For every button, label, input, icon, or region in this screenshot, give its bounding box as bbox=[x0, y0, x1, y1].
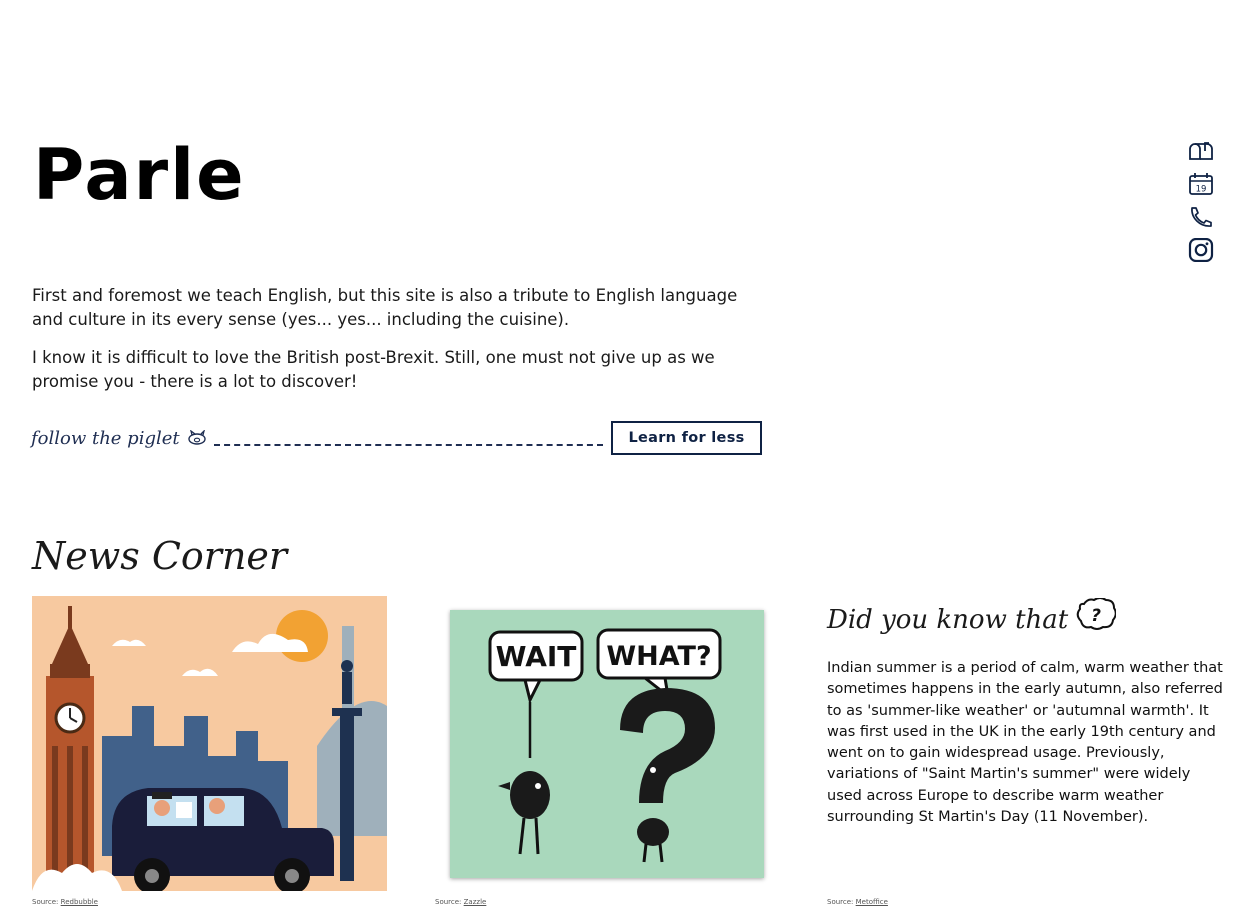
source-caption-1: Source: Redbubble bbox=[32, 898, 98, 906]
did-you-know-title: Did you know that ? bbox=[827, 598, 1117, 635]
source-caption-2: Source: Zazzle bbox=[435, 898, 486, 906]
bubble-what-text: WHAT? bbox=[606, 641, 711, 672]
piglet-icon bbox=[186, 430, 208, 446]
calendar-icon-day: 19 bbox=[1196, 184, 1207, 194]
source-link-redbubble[interactable]: Redbubble bbox=[61, 898, 98, 906]
brand-logo[interactable]: Parle bbox=[33, 140, 246, 210]
learn-for-less-button[interactable]: Learn for less bbox=[611, 421, 762, 455]
follow-piglet-label[interactable]: follow the piglet bbox=[31, 428, 180, 449]
piglet-row: follow the piglet Learn for less bbox=[31, 421, 762, 455]
mailbox-icon[interactable] bbox=[1186, 138, 1216, 163]
calendar-icon[interactable]: 19 bbox=[1186, 171, 1216, 196]
did-you-know-text: Indian summer is a period of calm, warm … bbox=[827, 660, 1223, 826]
wait-what-cartoon[interactable]: WAIT WHAT? bbox=[450, 610, 764, 878]
piglet-dashed-line bbox=[213, 444, 603, 446]
news-corner-title: News Corner bbox=[32, 534, 288, 578]
source-prefix: Source: bbox=[435, 898, 462, 906]
intro-paragraph-1: First and foremost we teach English, but… bbox=[32, 286, 738, 329]
phone-icon[interactable] bbox=[1186, 204, 1216, 229]
svg-text:?: ? bbox=[1091, 606, 1101, 626]
bubble-wait-text: WAIT bbox=[496, 640, 577, 673]
intro-paragraph-2: I know it is difficult to love the Briti… bbox=[32, 348, 715, 391]
source-prefix: Source: bbox=[32, 898, 59, 906]
contact-icons: 19 bbox=[1186, 138, 1216, 262]
question-bubble-icon: ? bbox=[1076, 598, 1117, 632]
source-prefix: Source: bbox=[827, 898, 854, 906]
instagram-icon[interactable] bbox=[1186, 237, 1216, 262]
intro-section: First and foremost we teach English, but… bbox=[32, 284, 772, 408]
london-taxi-illustration[interactable] bbox=[32, 596, 387, 891]
source-link-metoffice[interactable]: Metoffice bbox=[856, 898, 888, 906]
source-link-zazzle[interactable]: Zazzle bbox=[464, 898, 487, 906]
source-caption-3: Source: Metoffice bbox=[827, 898, 888, 906]
did-you-know-label: Did you know that bbox=[827, 605, 1069, 635]
